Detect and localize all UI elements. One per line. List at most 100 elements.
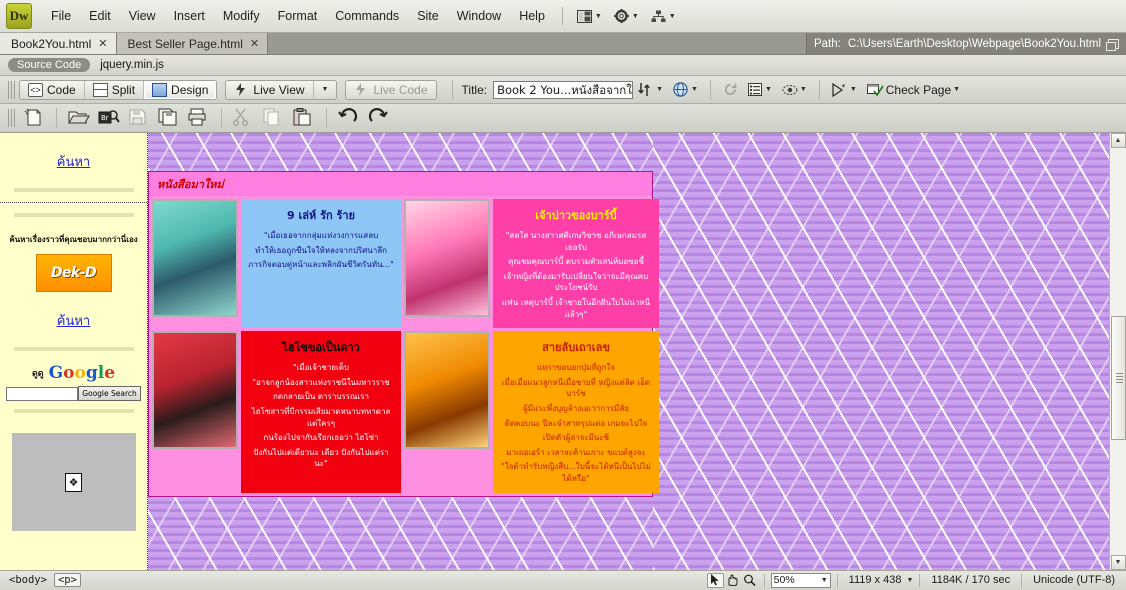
book-cover-1[interactable] xyxy=(152,199,238,317)
menu-edit[interactable]: Edit xyxy=(80,4,120,28)
cut-button[interactable] xyxy=(233,108,255,128)
toolbar-separator xyxy=(452,80,453,100)
path-label: Path: xyxy=(814,38,841,50)
check-page-button[interactable]: Check Page ▼ xyxy=(862,81,965,99)
extend-dreamweaver-button[interactable]: ▼ xyxy=(608,6,645,26)
preview-in-browser-button[interactable]: ▼ xyxy=(668,80,703,99)
print-code-button[interactable] xyxy=(188,108,210,128)
code-view-button[interactable]: <> Code xyxy=(20,81,85,99)
menu-commands[interactable]: Commands xyxy=(326,4,408,28)
book-desc-line: "เมื่อเจ้าชายเด็บ xyxy=(247,362,395,374)
zoom-tool-button[interactable] xyxy=(741,573,758,588)
page-sidebar: ค้นหา ค้นหาเรื่องราวที่คุณชอบมากกว่านี่เ… xyxy=(0,133,148,570)
split-view-button[interactable]: Split xyxy=(85,81,144,99)
site-management-button[interactable]: ▼ xyxy=(645,7,682,26)
document-tab-best-seller-page[interactable]: Best Seller Page.html ✕ xyxy=(117,33,269,54)
book-title: สายลับเถาเลข xyxy=(499,338,653,356)
book-desc-line: "เมื่อเธอจากกลุ่มแห่งวงการแสลบ xyxy=(247,230,395,242)
toolbar-separator xyxy=(221,108,222,128)
sidebar-search-link-top[interactable]: ค้นหา xyxy=(57,151,90,172)
browse-in-bridge-button[interactable]: Br xyxy=(98,108,120,128)
tab-label: Book2You.html xyxy=(11,37,91,51)
menu-window[interactable]: Window xyxy=(448,4,510,28)
design-view-button[interactable]: Design xyxy=(144,81,216,99)
scrollbar-track[interactable] xyxy=(1111,148,1126,555)
menu-modify[interactable]: Modify xyxy=(214,4,269,28)
scroll-down-button[interactable]: ▼ xyxy=(1111,555,1126,570)
book-card-1[interactable]: 9 เล่ห์ รัก ร้าย "เมื่อเธอจากกลุ่มแห่งวง… xyxy=(241,199,401,328)
source-code-button[interactable]: Source Code xyxy=(8,58,90,72)
menu-format[interactable]: Format xyxy=(269,4,327,28)
redo-button[interactable] xyxy=(368,108,390,128)
file-management-icon xyxy=(638,82,654,97)
page-title-input[interactable]: Book 2 You...หนังสือจากใจ..ให xyxy=(493,81,633,99)
dekd-logo[interactable]: Dek-D xyxy=(36,254,112,292)
open-file-button[interactable] xyxy=(68,108,90,128)
refresh-button[interactable] xyxy=(718,80,743,99)
book-cover-3[interactable] xyxy=(152,331,238,449)
toolbar-grip[interactable] xyxy=(8,81,15,99)
copy-button[interactable] xyxy=(263,108,285,128)
book-cover-4[interactable] xyxy=(404,331,490,449)
google-search-button[interactable]: Google Search xyxy=(78,386,141,401)
chevron-down-icon: ▼ xyxy=(800,86,807,93)
menu-insert[interactable]: Insert xyxy=(165,4,214,28)
google-letter: e xyxy=(104,363,115,383)
validate-icon xyxy=(832,83,848,97)
scroll-up-button[interactable]: ▲ xyxy=(1111,133,1126,148)
chevron-down-icon: ▼ xyxy=(595,13,602,20)
menu-view[interactable]: View xyxy=(120,4,165,28)
live-view-button[interactable]: Live View xyxy=(226,81,313,99)
divider xyxy=(14,347,134,351)
book-cover-2[interactable] xyxy=(404,199,490,317)
undo-button[interactable] xyxy=(338,108,360,128)
hand-tool-button[interactable] xyxy=(724,573,741,588)
vertical-scrollbar[interactable]: ▲ ▼ xyxy=(1109,133,1126,570)
book-card-2[interactable]: เจ้าบ่าวของบาร์บี้ "สดใส นางสาวศศิเกษวิช… xyxy=(493,199,659,328)
tag-body[interactable]: <body> xyxy=(6,574,50,586)
related-file-jquery[interactable]: jquery.min.js xyxy=(100,59,164,71)
design-icon xyxy=(152,83,167,97)
book-desc-line: ภารกิจตอบคู่หน้าและพลิกผันชีวิตรันทัน...… xyxy=(247,259,395,271)
google-search-input[interactable] xyxy=(6,387,78,401)
save-button[interactable] xyxy=(128,108,150,128)
sidebar-search-link-mid[interactable]: ค้นหา xyxy=(57,310,90,331)
select-tool-button[interactable] xyxy=(707,573,724,588)
book-card-3[interactable]: ไฮโซขอเป็นดาว "เมื่อเจ้าชายเด็บ "อาจกลูก… xyxy=(241,331,401,492)
zoom-level-select[interactable]: 50% ▼ xyxy=(771,573,831,588)
book-desc-line: กดกลายเป็น ดาราบรรณเรา xyxy=(247,391,395,403)
scrollbar-thumb[interactable] xyxy=(1111,316,1126,440)
close-icon[interactable]: ✕ xyxy=(250,37,259,50)
design-view-label: Design xyxy=(171,83,208,97)
toolbar-grip[interactable] xyxy=(8,109,15,127)
download-size-value: 1184K / 170 sec xyxy=(926,574,1015,586)
menu-site[interactable]: Site xyxy=(408,4,448,28)
menu-help[interactable]: Help xyxy=(510,4,554,28)
book-card-4[interactable]: สายลับเถาเลข แทราขอบอกปุ่มที่ถูกใจ เมื่อ… xyxy=(493,331,659,492)
view-options-button[interactable]: ▼ xyxy=(743,81,777,99)
refresh-icon xyxy=(723,82,738,97)
live-code-button[interactable]: Live Code xyxy=(346,81,435,99)
close-icon[interactable]: ✕ xyxy=(98,37,107,50)
plugin-placeholder[interactable]: ❖ xyxy=(12,433,136,531)
book-title: ไฮโซขอเป็นดาว xyxy=(247,338,395,356)
document-tab-book2you[interactable]: Book2You.html ✕ xyxy=(0,33,117,54)
save-all-button[interactable] xyxy=(158,108,180,128)
menu-file[interactable]: File xyxy=(42,4,80,28)
chevron-down-icon[interactable]: ▼ xyxy=(906,577,913,584)
sidebar-caption: ค้นหาเรื่องราวที่คุณชอบมากกว่านี่เอง xyxy=(9,233,137,246)
window-size-value[interactable]: 1119 x 438 xyxy=(844,574,907,586)
live-view-label: Live View xyxy=(253,83,304,97)
validate-markup-button[interactable]: ▼ xyxy=(827,81,862,99)
live-view-dropdown[interactable]: ▼ xyxy=(314,84,337,95)
design-view-canvas[interactable]: ค้นหา ค้นหาเรื่องราวที่คุณชอบมากกว่านี่เ… xyxy=(0,133,1126,570)
restore-window-icon[interactable] xyxy=(1108,39,1119,49)
book-desc-line: เมื่อเมื่อแนวลูกหนีเมื่อชายที่ หญิงแต่ลิ… xyxy=(499,377,653,400)
tag-p[interactable]: <p> xyxy=(54,573,81,587)
lightning-icon xyxy=(234,83,249,97)
new-document-button[interactable] xyxy=(23,108,45,128)
file-management-button[interactable]: ▼ xyxy=(633,80,668,99)
visual-aids-button[interactable]: ▼ xyxy=(777,81,812,99)
paste-button[interactable] xyxy=(293,108,315,128)
layout-switcher-button[interactable]: ▼ xyxy=(571,7,608,26)
